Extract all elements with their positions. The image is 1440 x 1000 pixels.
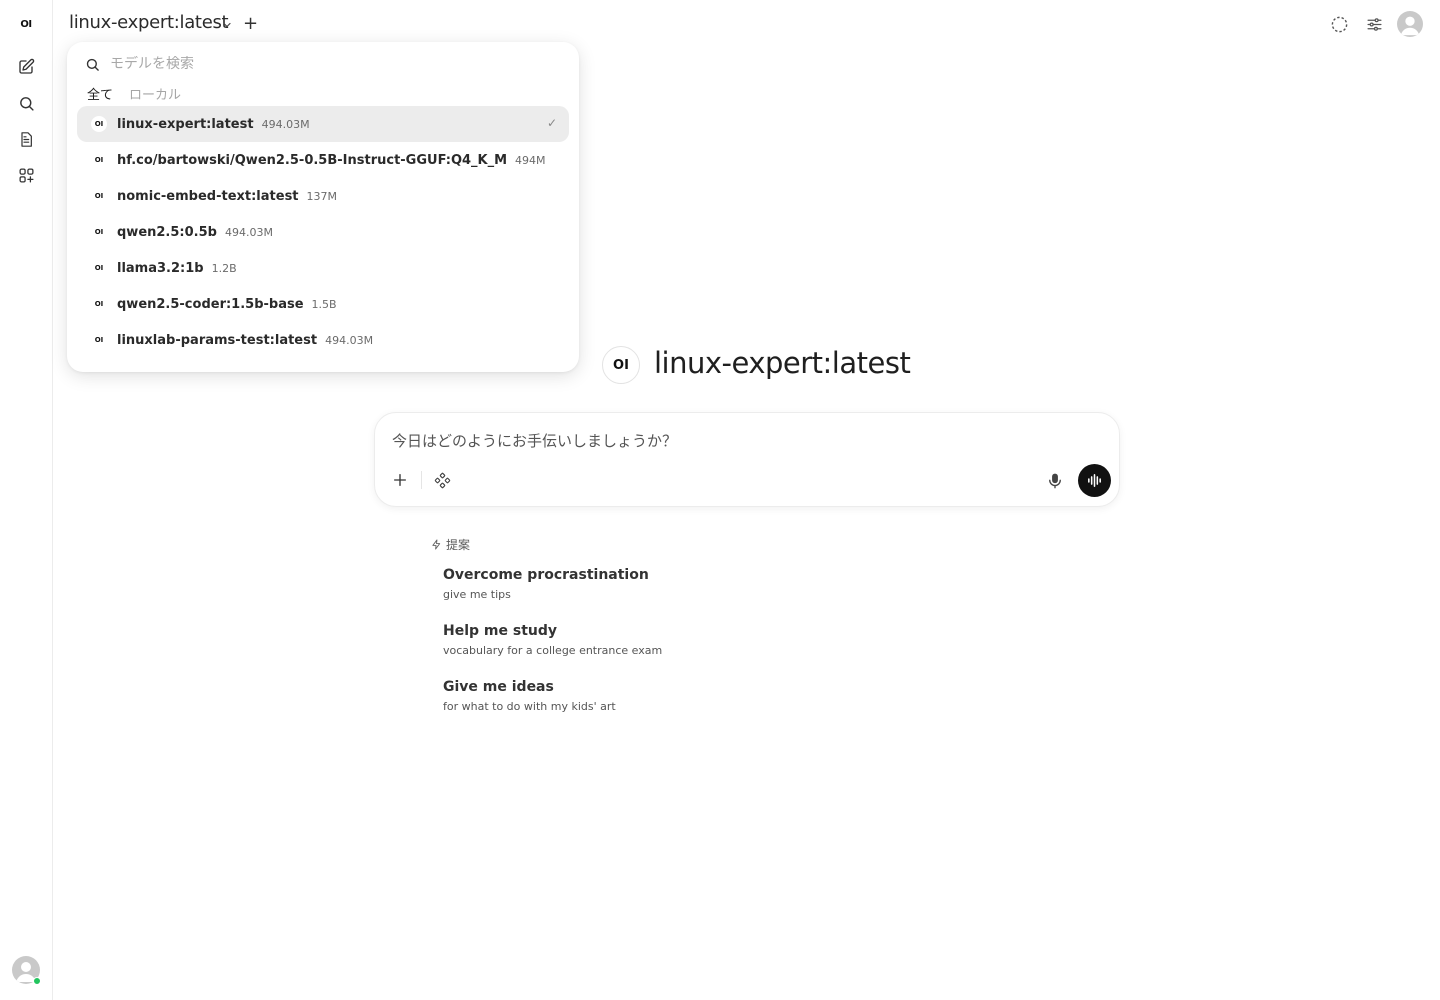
controls-button[interactable] <box>1362 12 1386 36</box>
model-size: 494M <box>515 153 546 167</box>
model-selector-toggle[interactable] <box>221 16 233 35</box>
plus-icon <box>394 474 406 486</box>
model-logo: OI <box>602 346 640 384</box>
online-status-dot <box>33 977 41 985</box>
model-name: llama3.2:1b <box>117 260 204 276</box>
add-model-button[interactable]: + <box>243 13 258 34</box>
model-logo-icon: OI <box>91 332 107 348</box>
divider <box>421 471 422 489</box>
model-name: nomic-embed-text:latest <box>117 188 299 204</box>
sidebar-rail: OI <box>0 0 53 1000</box>
model-size: 494.03M <box>325 333 374 347</box>
suggestion-subtitle: give me tips <box>443 588 511 601</box>
logo-text: OI <box>20 18 32 30</box>
model-item[interactable]: OI qwen2.5:0.5b 494.03M <box>77 214 569 250</box>
microphone-icon <box>1049 473 1061 489</box>
model-logo-text: OI <box>613 357 629 373</box>
app-logo[interactable]: OI <box>14 12 38 36</box>
check-icon: ✓ <box>546 116 557 130</box>
suggestions-header: 提案 <box>431 536 470 553</box>
bolt-icon <box>432 539 441 550</box>
dictate-button[interactable] <box>1043 469 1067 493</box>
model-name: qwen2.5:0.5b <box>117 224 217 240</box>
sliders-icon <box>1366 17 1382 31</box>
dashed-circle-icon <box>1331 16 1347 32</box>
model-size: 494.03M <box>261 117 310 131</box>
model-selector-dropdown: 全て ローカル OI linux-expert:latest 494.03M ✓… <box>67 42 579 372</box>
model-logo-icon: OI <box>91 260 107 276</box>
attach-button[interactable] <box>389 469 411 491</box>
tools-button[interactable] <box>431 469 453 491</box>
model-size: 494.03M <box>224 225 273 239</box>
voice-mode-button[interactable] <box>1078 464 1111 497</box>
model-item[interactable]: OI nomic-embed-text:latest 137M <box>77 178 569 214</box>
model-list: OI linux-expert:latest 494.03M ✓ OI hf.c… <box>77 106 569 358</box>
model-item[interactable]: OI llama3.2:1b 1.2B <box>77 250 569 286</box>
model-size: 1.2B <box>211 261 237 275</box>
search-icon <box>86 58 99 71</box>
suggestion-subtitle: for what to do with my kids' art <box>443 700 616 713</box>
model-logo-icon: OI <box>91 188 107 204</box>
model-heading: linux-expert:latest <box>654 346 911 380</box>
temporary-chat-button[interactable] <box>1327 12 1351 36</box>
model-filter-tabs: 全て ローカル <box>87 84 181 103</box>
suggestion-subtitle: vocabulary for a college entrance exam <box>443 644 663 657</box>
model-search-input[interactable] <box>110 56 410 72</box>
model-size: 1.5B <box>311 297 337 311</box>
apps-add-icon <box>18 167 34 183</box>
search-icon <box>19 96 34 111</box>
user-icon <box>1400 16 1420 36</box>
model-name: linuxlab-params-test:latest <box>117 332 318 348</box>
suggestion-title: Help me study <box>443 623 558 639</box>
top-header: linux-expert:latest + <box>53 0 1440 48</box>
suggestion-title: Give me ideas <box>443 679 554 695</box>
chat-input[interactable]: 今日はどのようにお手伝いしましょうか？ <box>392 430 677 451</box>
workspace-button[interactable] <box>14 163 38 187</box>
tab-all[interactable]: 全て <box>87 84 113 103</box>
model-logo-icon: OI <box>91 296 107 312</box>
model-size: 137M <box>306 189 338 203</box>
tab-local[interactable]: ローカル <box>129 84 181 103</box>
suggestion-item[interactable]: Help me study vocabulary for a college e… <box>443 623 662 657</box>
model-item[interactable]: OI qwen2.5-coder:1.5b-base 1.5B <box>77 286 569 322</box>
model-item[interactable]: OI linux-expert:latest 494.03M ✓ <box>77 106 569 142</box>
model-name: linux-expert:latest <box>117 116 254 132</box>
search-button[interactable] <box>14 91 38 115</box>
model-logo-icon: OI <box>91 116 107 132</box>
model-logo-icon: OI <box>91 152 107 168</box>
model-search <box>85 54 561 74</box>
model-logo-icon: OI <box>91 224 107 240</box>
suggestion-item[interactable]: Overcome procrastination give me tips <box>443 567 649 601</box>
model-selector-title[interactable]: linux-expert:latest <box>69 12 229 33</box>
user-avatar-header[interactable] <box>1397 11 1423 37</box>
integrations-icon <box>434 472 450 488</box>
new-chat-button[interactable] <box>14 55 38 79</box>
waveform-icon <box>1088 474 1101 487</box>
notes-icon <box>21 131 32 147</box>
model-item[interactable]: OI linuxlab-params-test:latest 494.03M <box>77 322 569 358</box>
model-item[interactable]: OI hf.co/bartowski/Qwen2.5-0.5B-Instruct… <box>77 142 569 178</box>
edit-icon <box>19 58 35 74</box>
suggestions-label: 提案 <box>446 538 471 552</box>
model-name: qwen2.5-coder:1.5b-base <box>117 296 304 312</box>
chat-input-box[interactable]: 今日はどのようにお手伝いしましょうか？ <box>374 412 1120 507</box>
notes-button[interactable] <box>14 127 38 151</box>
suggestion-item[interactable]: Give me ideas for what to do with my kid… <box>443 679 616 713</box>
model-name: hf.co/bartowski/Qwen2.5-0.5B-Instruct-GG… <box>117 152 508 168</box>
suggestion-title: Overcome procrastination <box>443 567 649 583</box>
chevron-down-icon <box>223 22 231 28</box>
